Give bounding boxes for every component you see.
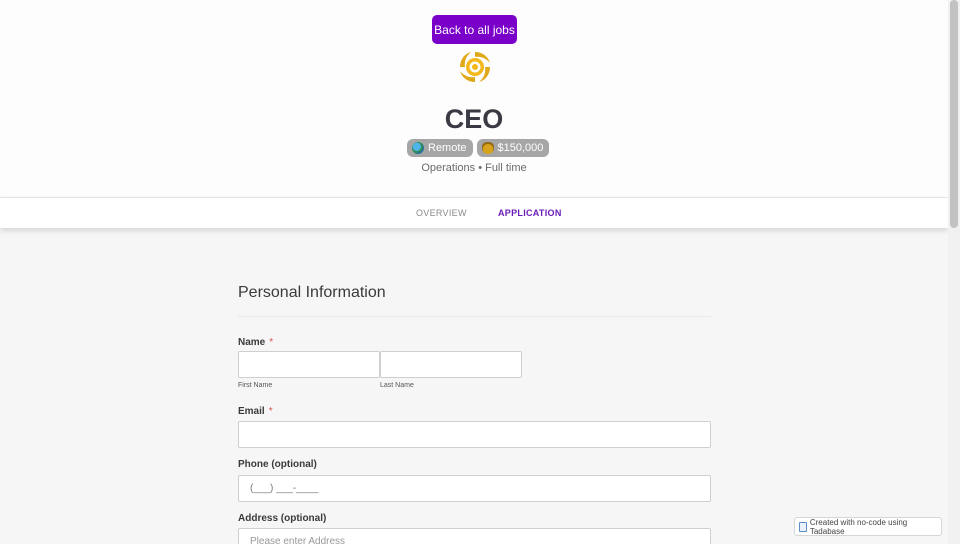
phone-input[interactable]: (___) ___-____ [238,475,711,502]
page-scrollbar[interactable] [948,0,960,544]
required-mark: * [269,337,274,348]
job-badges: Remote $150,000 [407,139,550,157]
required-mark: * [268,406,273,417]
scrollbar-thumb[interactable] [950,0,958,228]
location-badge-label: Remote [428,142,467,154]
tab-application[interactable]: APPLICATION [498,208,562,218]
email-label: Email * [238,406,273,417]
money-bag-icon [481,142,494,154]
tadabase-icon [799,521,807,532]
globe-icon [412,142,424,154]
tab-bar: OVERVIEW APPLICATION [0,197,948,228]
address-label: Address (optional) [238,513,327,524]
job-department-type: Operations • Full time [421,162,527,174]
company-logo [460,52,490,82]
phone-label: Phone (optional) [238,459,317,470]
salary-badge: $150,000 [476,139,550,157]
address-input[interactable]: Please enter Address [238,528,711,544]
back-to-jobs-button[interactable]: Back to all jobs [432,15,517,44]
last-name-input[interactable] [380,351,522,378]
email-label-text: Email [238,406,265,417]
first-name-input[interactable] [238,351,380,378]
tab-overview[interactable]: OVERVIEW [416,208,467,218]
email-input[interactable] [238,421,711,448]
salary-badge-label: $150,000 [497,142,544,154]
section-title: Personal Information [238,284,711,317]
name-label-text: Name [238,337,266,348]
application-form: Personal Information Name * First Name La… [238,284,711,544]
job-header: Back to all jobs CEO Remote $150,000 Ope… [0,0,948,228]
name-label: Name * [238,337,273,348]
location-badge: Remote [407,139,473,157]
last-name-sublabel: Last Name [380,382,414,389]
tadabase-badge[interactable]: Created with no-code using Tadabase [794,517,942,536]
tadabase-badge-label: Created with no-code using Tadabase [809,517,908,536]
job-title: CEO [444,104,504,134]
first-name-sublabel: First Name [238,382,273,389]
